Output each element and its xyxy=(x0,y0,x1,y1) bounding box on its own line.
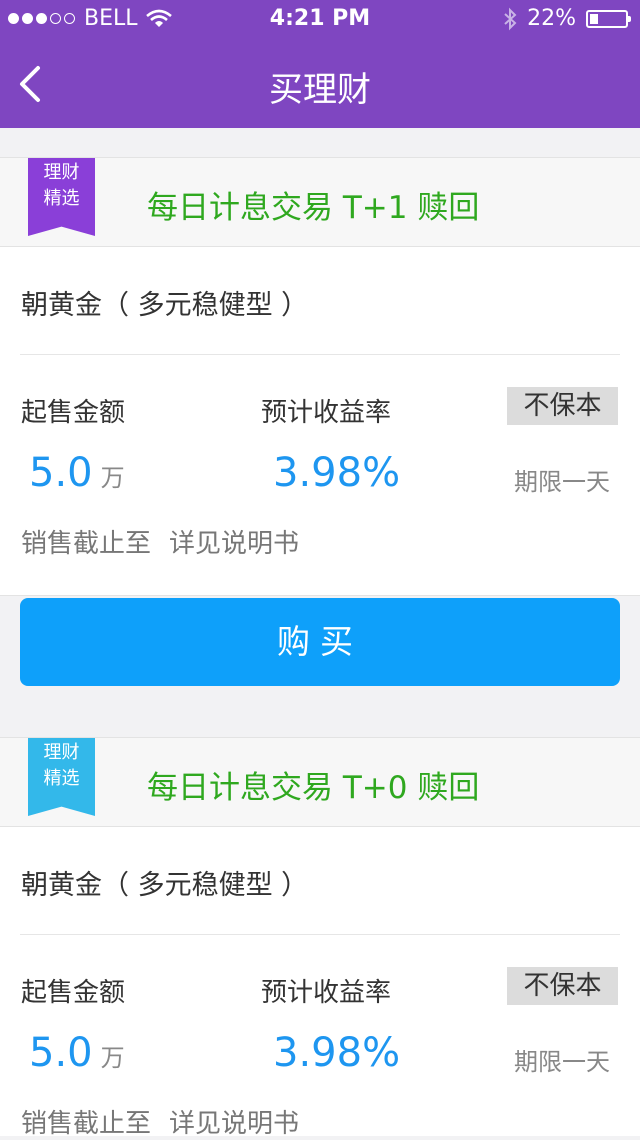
yield-label: 预计收益率 xyxy=(261,398,392,428)
featured-ribbon: 理财 精选 xyxy=(28,738,95,816)
page-title: 买理财 xyxy=(269,70,371,110)
guarantee-badge: 不保本 xyxy=(507,387,618,425)
navigation-bar: 买理财 xyxy=(0,40,640,128)
min-amount-unit: 万 xyxy=(100,1044,125,1072)
sale-end-label: 销售截止至 xyxy=(21,529,152,559)
ribbon-text: 理财 xyxy=(43,162,80,183)
bluetooth-icon xyxy=(504,7,517,30)
min-amount-unit: 万 xyxy=(100,464,125,492)
battery-percent: 22% xyxy=(527,6,576,31)
product-card-header: 理财 精选 每日计息交易 T+1 赎回 xyxy=(0,157,640,247)
divider xyxy=(20,934,620,935)
ribbon-text: 精选 xyxy=(43,768,80,789)
product-card-body[interactable]: 朝黄金（ 多元稳健型 ） 起售金额 预计收益率 不保本 5.0 万 3.98% 期… xyxy=(0,827,640,1139)
sale-end-value: 详见说明书 xyxy=(169,529,300,559)
product-tagline: 每日计息交易 T+0 赎回 xyxy=(147,770,480,806)
min-amount-label: 起售金额 xyxy=(21,398,126,428)
min-amount: 5.0 万 xyxy=(29,450,125,496)
product-name: 朝黄金（ 多元稳健型 ） xyxy=(21,870,309,901)
yield-value: 3.98% xyxy=(273,450,401,496)
product-card: 理财 精选 每日计息交易 T+1 赎回 朝黄金（ 多元稳健型 ） 起售金额 预计… xyxy=(0,157,640,595)
sale-end-info: 销售截止至 详见说明书 xyxy=(21,1103,317,1140)
status-bar: BELL 4:21 PM 22% xyxy=(0,0,640,40)
product-card-body[interactable]: 朝黄金（ 多元稳健型 ） 起售金额 预计收益率 不保本 5.0 万 3.98% 期… xyxy=(0,247,640,595)
yield-label: 预计收益率 xyxy=(261,978,392,1008)
min-amount: 5.0 万 xyxy=(29,1030,125,1076)
sale-end-label: 销售截止至 xyxy=(21,1109,152,1139)
guarantee-badge: 不保本 xyxy=(507,967,618,1005)
product-tagline: 每日计息交易 T+1 赎回 xyxy=(147,190,480,226)
ribbon-text: 理财 xyxy=(43,742,80,763)
divider xyxy=(20,354,620,355)
product-card: 理财 精选 每日计息交易 T+0 赎回 朝黄金（ 多元稳健型 ） 起售金额 预计… xyxy=(0,737,640,1139)
yield-value: 3.98% xyxy=(273,1030,401,1076)
product-card-header: 理财 精选 每日计息交易 T+0 赎回 xyxy=(0,737,640,827)
min-amount-value: 5.0 xyxy=(29,450,93,496)
product-name: 朝黄金（ 多元稳健型 ） xyxy=(21,290,309,321)
featured-ribbon: 理财 精选 xyxy=(28,158,95,236)
term-text: 期限一天 xyxy=(514,468,610,496)
buy-button-area: 购买 xyxy=(0,595,640,708)
battery-icon xyxy=(586,9,631,28)
sale-end-info: 销售截止至 详见说明书 xyxy=(21,523,317,560)
term-text: 期限一天 xyxy=(514,1048,610,1076)
min-amount-value: 5.0 xyxy=(29,1030,93,1076)
ribbon-text: 精选 xyxy=(43,188,80,209)
sale-end-value: 详见说明书 xyxy=(169,1109,300,1139)
min-amount-label: 起售金额 xyxy=(21,978,126,1008)
buy-button[interactable]: 购买 xyxy=(20,598,620,686)
